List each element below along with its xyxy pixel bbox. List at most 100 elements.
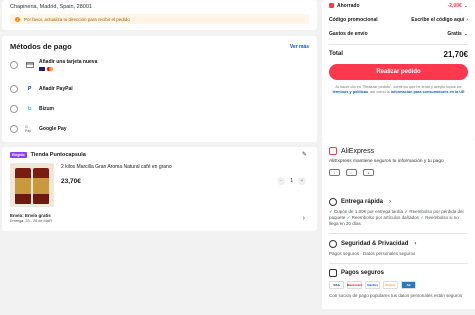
chevron-right-icon: ›	[389, 199, 392, 205]
store-name[interactable]: Tienda Puntocapsula	[31, 152, 86, 158]
store-badge: Elegido	[10, 152, 27, 158]
payment-option-paypal[interactable]: P Añadir PayPal	[10, 82, 309, 96]
store-card: Elegido Tienda Puntocapsula ✎ 2 kilos Ma…	[2, 147, 317, 231]
saved-row: Ahorrado -2,00€ ⌄	[329, 1, 468, 10]
paypal-icon: P	[27, 86, 32, 92]
payment-option-label: Añadir PayPal	[39, 86, 73, 92]
safekey-logo: SafeKey	[365, 281, 380, 290]
promo-label: Código promocional	[329, 16, 378, 23]
badge-icon: ✓	[346, 169, 357, 176]
shipping-title: Envío: Envío gratis	[10, 213, 51, 218]
quantity-value: 1	[290, 178, 293, 184]
place-order-button[interactable]: Realizar pedido	[329, 63, 468, 80]
security-section[interactable]: Seguridad & Privacidad › Pagos seguros ·…	[322, 234, 475, 263]
product-row: 2 kilos Marcilla Gran Aroma Natural café…	[10, 163, 309, 207]
truck-icon	[329, 198, 337, 206]
protect-logo: Protect	[383, 281, 398, 290]
badge-icon: ◐	[329, 169, 340, 176]
promo-input[interactable]: Escribe el código aquí	[411, 17, 464, 23]
divider	[329, 44, 468, 45]
fast-delivery-section[interactable]: Entrega rápida › ✓ Cupón de 1,00€ por en…	[322, 190, 475, 233]
chevron-down-icon[interactable]: ⌄	[464, 31, 468, 37]
address-warning-text: Por favor, actualiza tu dirección para r…	[24, 16, 130, 22]
payment-option-bizum[interactable]: b Bizum	[10, 102, 309, 116]
see-more-link[interactable]: Ver más	[290, 44, 309, 50]
legal-text-1: Al hacer clic en "Realizar pedido", conf…	[335, 84, 462, 89]
saved-value: -2,00€	[447, 2, 462, 9]
radio-button[interactable]	[10, 105, 18, 113]
eu-info-link[interactable]: información para consumidores en la UE	[391, 90, 465, 94]
payment-option-label: Bizum	[39, 106, 54, 112]
card-icon	[25, 62, 34, 68]
order-summary: Ahorrado -2,00€ ⌄ Código promocional Escr…	[322, 0, 475, 140]
payment-option-card[interactable]: Añadir una tarjeta nueva	[10, 58, 309, 72]
coffee-bag	[15, 168, 31, 204]
legal-text-2: , así como la	[368, 89, 390, 94]
radio-button[interactable]	[10, 85, 18, 93]
decrease-button[interactable]: −	[277, 177, 286, 185]
delivery-item: Reembolso por artículos dañados	[351, 215, 419, 220]
product-image[interactable]	[10, 163, 54, 207]
total-row: Total 21,70€	[329, 50, 468, 59]
visa-icon	[39, 67, 45, 71]
visa-logo: VISA	[329, 281, 344, 290]
chevron-right-icon[interactable]: ›	[303, 215, 305, 222]
gpay-icon: G Pay	[25, 125, 32, 133]
coffee-bag	[33, 168, 49, 204]
terms-link[interactable]: términos y políticas	[332, 90, 368, 94]
bizum-icon: b	[27, 106, 32, 112]
address-line: Chapineria, Madrid, Spain, 28001	[10, 4, 92, 10]
checkout-page: Chapineria, Madrid, Spain, 28001 ! Por f…	[0, 0, 475, 315]
shipping-value: Gratis	[447, 30, 462, 37]
lock-icon	[329, 269, 337, 278]
address-card[interactable]: Chapineria, Madrid, Spain, 28001 ! Por f…	[2, 0, 317, 30]
shipping-label: Gastos de envío	[329, 30, 368, 37]
product-title[interactable]: 2 kilos Marcilla Gran Aroma Natural café…	[61, 164, 309, 170]
shipping-info[interactable]: Envío: Envío gratis Entrega: 23 - 26 de …	[10, 213, 52, 223]
secure-payments-title: Pagos seguros	[341, 270, 385, 277]
fast-delivery-title: Entrega rápida	[341, 199, 384, 205]
shield-icon	[329, 239, 337, 248]
fast-delivery-text: ✓ Cupón de 1,00€ por entrega tardía ✓ Re…	[329, 209, 464, 226]
saved-icon	[329, 3, 334, 8]
delivery-item: Cupón de 1,00€ por entrega tardía	[334, 209, 404, 214]
total-value: 21,70€	[443, 49, 468, 59]
radio-button[interactable]	[10, 125, 18, 133]
aliexpress-trust: AliExpress AliExpress mantiene seguros t…	[322, 140, 475, 190]
legal-text: Al hacer clic en "Realizar pedido", conf…	[329, 85, 468, 95]
badge-icon: ●	[363, 169, 374, 176]
secure-payments-section: Pagos seguros VISA Mastercard SafeKey Pr…	[322, 263, 475, 309]
secure-payments-text: Con socios de pago populares tus datos p…	[329, 293, 463, 299]
chevron-right-icon: ›	[466, 16, 468, 23]
address-warning: ! Por favor, actualiza tu dirección para…	[10, 14, 309, 24]
aliexpress-name: AliExpress	[341, 147, 375, 155]
payment-logos: VISA Mastercard SafeKey Protect AE	[329, 281, 468, 290]
mastercard-icon	[47, 67, 53, 71]
trust-badges: ◐ ✓ ●	[329, 169, 468, 176]
product-price: 23,70€	[61, 178, 81, 185]
security-title: Seguridad & Privacidad	[341, 240, 409, 247]
total-label: Total	[329, 51, 343, 58]
mastercard-logo: Mastercard	[347, 281, 362, 290]
shipping-row: Gastos de envío Gratis ⌄	[329, 29, 468, 38]
amex-logo: AE	[401, 281, 416, 290]
payment-methods-title: Métodos de pago	[10, 42, 72, 51]
aliexpress-logo-icon	[329, 147, 337, 155]
shipping-delivery: Entrega: 23 - 26 de MAR	[10, 219, 52, 223]
quantity-stepper: − 1 +	[277, 177, 306, 185]
warning-icon: !	[15, 16, 20, 22]
payment-option-label: Google Pay	[39, 126, 67, 132]
aliexpress-text: AliExpress mantiene seguros tu informaci…	[329, 159, 444, 164]
right-column: Ahorrado -2,00€ ⌄ Código promocional Escr…	[322, 0, 475, 310]
chevron-down-icon[interactable]: ⌄	[464, 3, 468, 9]
payment-option-label: Añadir una tarjeta nueva	[39, 59, 98, 66]
payment-option-googlepay[interactable]: G Pay Google Pay	[10, 122, 309, 136]
promo-row[interactable]: Código promocional Escribe el código aqu…	[329, 15, 468, 24]
radio-button[interactable]	[10, 61, 18, 69]
chevron-right-icon: ›	[414, 240, 417, 247]
left-column: Chapineria, Madrid, Spain, 28001 ! Por f…	[2, 0, 317, 231]
security-text: Pagos seguros · Datos personales seguros	[329, 250, 416, 256]
increase-button[interactable]: +	[298, 177, 306, 185]
saved-label: Ahorrado	[337, 2, 360, 9]
edit-icon[interactable]: ✎	[302, 151, 307, 158]
